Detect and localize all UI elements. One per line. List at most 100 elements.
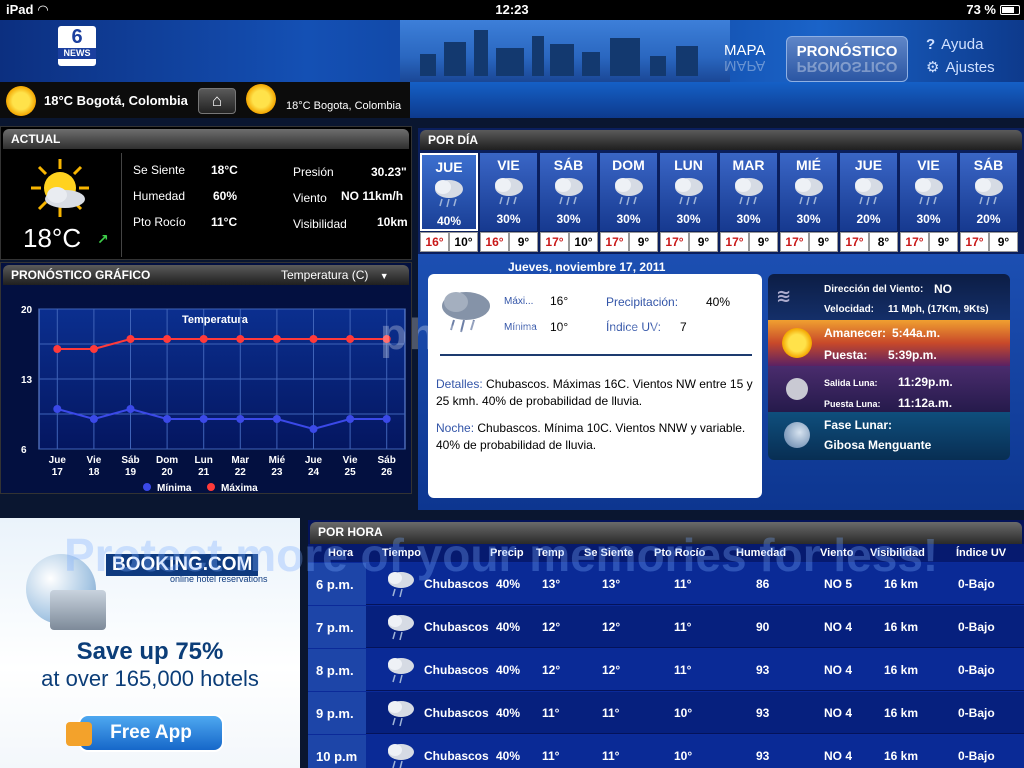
free-app-label: Free App	[110, 722, 192, 743]
day-tab-4[interactable]: LUN 30%	[660, 153, 718, 231]
max-label: Máxi...	[504, 296, 534, 307]
legend-label: Mínima	[157, 483, 192, 493]
hourly-cell-w: NO 4	[824, 706, 853, 720]
day-tab-7[interactable]: JUE 20%	[840, 153, 898, 231]
day-low-temp: 9°	[629, 232, 658, 252]
hourly-row[interactable]: 7 p.m. Chubascos 40% 12° 12° 11° 90 NO 4 16 km 0-…	[308, 605, 1024, 648]
precip-value: 40%	[706, 295, 731, 309]
x-tick-label: 24	[308, 467, 320, 478]
day-high-temp: 16°	[480, 232, 509, 252]
saved-location-label[interactable]: 18°C Bogota, Colombia	[286, 100, 401, 112]
day-tab-2[interactable]: SÁB 30%	[540, 153, 598, 231]
hourly-row[interactable]: 8 p.m. Chubascos 40% 12° 12° 11° 93 NO 4 16 km 0-…	[308, 648, 1024, 691]
data-point	[272, 415, 281, 423]
battery-text: 73 %	[966, 2, 996, 17]
rain-cloud-icon	[388, 615, 414, 641]
temperature-line-chart: Temperatura20136Jue17Vie18Sáb19Dom20Lun2…	[21, 305, 406, 493]
hourly-cell-temp: 11°	[542, 749, 560, 763]
day-tab-5[interactable]: MAR 30%	[720, 153, 778, 231]
day-high-temp: 17°	[960, 232, 989, 252]
nav-mapa-button[interactable]: MAPA MAPA	[724, 42, 765, 71]
rain-cloud-icon	[388, 658, 414, 684]
precip-chance: 30%	[496, 212, 521, 226]
day-tab-3[interactable]: DOM 30%	[600, 153, 658, 231]
plot-title: Temperatura	[182, 314, 249, 326]
status-time: 12:23	[495, 2, 529, 17]
rain-cloud-icon	[674, 178, 703, 206]
rain-cloud-icon	[974, 178, 1003, 206]
moon-row: Salida Luna: 11:29p.m. Puesta Luna: 11:1…	[768, 366, 1010, 412]
y-tick-label: 13	[21, 375, 33, 386]
current-location-label: 18°C Bogotá, Colombia	[44, 93, 188, 108]
gear-icon: ⚙	[926, 59, 940, 76]
wind-dir-label: Dirección del Viento:	[824, 284, 924, 295]
current-temperature: 18°C	[23, 223, 82, 253]
selected-date: Jueves, noviembre 17, 2011	[508, 260, 666, 274]
moon-phase-label: Fase Lunar:	[824, 418, 893, 432]
day-low-temp: 9°	[689, 232, 718, 252]
day-tab-1[interactable]: VIE 30%	[480, 153, 538, 231]
x-tick-label: Mar	[231, 455, 249, 466]
hourly-cell-v: 16 km	[884, 620, 919, 634]
precip-chance: 30%	[796, 212, 821, 226]
daily-title: POR DÍA	[420, 130, 1022, 150]
sunset-value: 5:39p.m.	[888, 348, 937, 362]
data-point	[236, 415, 245, 423]
day-tab-8[interactable]: VIE 30%	[900, 153, 958, 231]
nav-mapa-reflection: MAPA	[724, 59, 766, 71]
day-high-temp: 17°	[900, 232, 929, 252]
x-tick-label: 21	[198, 467, 210, 478]
hourly-cell-hu: 90	[756, 620, 770, 634]
hourly-cell-v: 16 km	[884, 749, 919, 763]
data-point	[89, 415, 98, 423]
sunrise-value: 5:44a.m.	[892, 326, 941, 340]
x-tick-label: Dom	[156, 455, 178, 466]
hourly-cell-p: 40%	[496, 706, 521, 720]
settings-link[interactable]: ⚙ Ajustes	[926, 58, 995, 76]
day-low-temp: 9°	[809, 232, 838, 252]
day-tab-6[interactable]: MIÉ 30%	[780, 153, 838, 231]
y-tick-label: 20	[21, 305, 33, 316]
trend-arrow-icon: ↗	[97, 231, 109, 247]
app-root: iPad ◠ 12:23 73 % 6 NEWS MAPA MAPA PRONÓ…	[0, 0, 1024, 768]
day-name: MAR	[732, 157, 765, 173]
day-high-temp: 17°	[600, 232, 629, 252]
free-app-button[interactable]: Free App	[78, 714, 224, 752]
hourly-row[interactable]: 10 p.m Chubascos 40% 11° 11° 10° 93 NO 4 16 km 0-…	[308, 734, 1024, 768]
wind-icon: ≋	[776, 286, 792, 306]
day-tab-9[interactable]: SÁB 20%	[960, 153, 1018, 231]
astro-info-card: ≋ Dirección del Viento: NO Velocidad: 11…	[768, 274, 1010, 460]
day-high-temp: 17°	[660, 232, 689, 252]
moon-phase-row: Fase Lunar: Gibosa Menguante	[768, 412, 1010, 460]
hourly-row[interactable]: 9 p.m. Chubascos 40% 11° 11° 10° 93 NO 4 16 km 0-…	[308, 691, 1024, 734]
precip-label: Precipitación:	[606, 295, 679, 309]
hourly-cell-v: 16 km	[884, 663, 919, 677]
hourly-cell-w: NO 4	[824, 749, 853, 763]
chart-type-selector[interactable]: Temperatura (C) ▼	[281, 268, 389, 282]
help-link[interactable]: ? Ayuda	[926, 36, 983, 53]
legend-label: Máxima	[221, 483, 258, 493]
day-tab-0[interactable]: JUE 40%	[420, 153, 478, 231]
hourly-cell-w: NO 4	[824, 663, 853, 677]
precip-chance: 20%	[976, 212, 1001, 226]
day-name: MIÉ	[796, 157, 821, 173]
feels-value: 18°C	[211, 163, 238, 177]
hour-cell: 10 p.m	[308, 735, 366, 768]
day-low-temp: 10°	[569, 232, 598, 252]
hourly-cell-uv: 0-Bajo	[958, 663, 995, 677]
precip-chance: 40%	[436, 214, 462, 228]
divider	[121, 153, 122, 257]
rain-cloud-icon	[554, 178, 583, 206]
hourly-cell-hu: 93	[756, 749, 770, 763]
home-button[interactable]: ⌂	[198, 88, 236, 114]
wind-dir-value: NO	[934, 282, 952, 296]
rain-cloud-icon	[614, 178, 643, 206]
hourly-cell-dp: 10°	[674, 706, 693, 720]
precip-chance: 30%	[916, 212, 941, 226]
nav-pronostico-button[interactable]: PRONÓSTICO PRONÓSTICO	[786, 36, 908, 82]
day-low-temp: 10°	[449, 232, 478, 252]
sunrise-label: Amanecer:	[824, 326, 887, 340]
x-tick-label: Vie	[343, 455, 358, 466]
x-tick-label: 25	[345, 467, 357, 478]
day-high-temp: 17°	[540, 232, 569, 252]
